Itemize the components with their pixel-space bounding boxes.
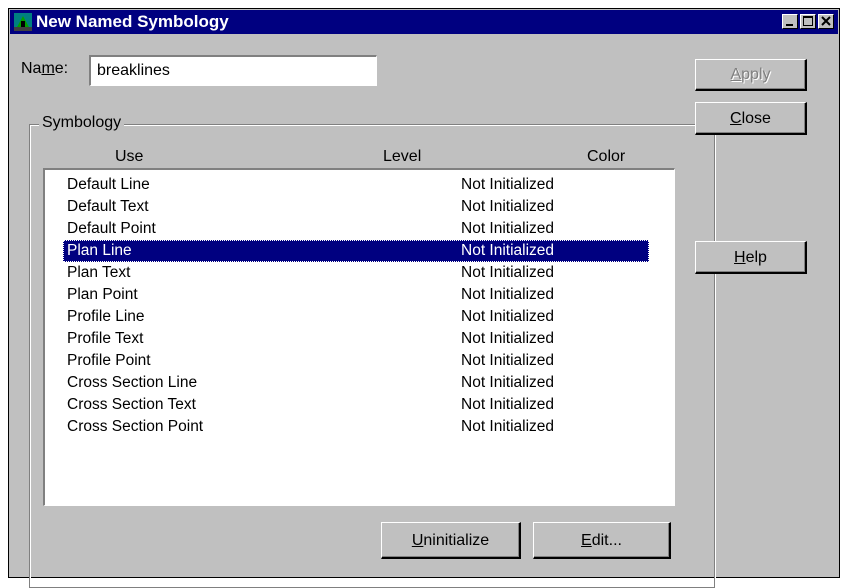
list-item-level: Not Initialized: [461, 374, 555, 391]
list-item[interactable]: Plan Line Not Initialized: [63, 240, 649, 262]
list-item-use: Plan Point: [67, 286, 138, 303]
list-item[interactable]: Profile Point Not Initialized: [63, 350, 649, 372]
list-item-level: Not Initialized: [461, 418, 555, 435]
list-item-use: Cross Section Text: [67, 396, 196, 413]
list-item-use: Cross Section Point: [67, 418, 204, 435]
list-item-level: Not Initialized: [461, 198, 555, 215]
list-item[interactable]: Cross Section Point Not Initialized: [63, 416, 649, 438]
edit-button[interactable]: Edit...: [533, 522, 671, 559]
name-label: Name:: [21, 60, 69, 77]
column-header-use: Use: [115, 148, 144, 165]
list-item-use: Profile Point: [67, 352, 151, 369]
name-input[interactable]: [89, 55, 377, 86]
close-button[interactable]: Close: [695, 102, 807, 135]
apply-button[interactable]: Apply: [695, 59, 807, 91]
list-item-level: Not Initialized: [461, 242, 555, 259]
list-item-use: Profile Line: [67, 308, 145, 325]
list-item-use: Default Line: [67, 176, 150, 193]
list-item-use: Default Point: [67, 220, 156, 237]
column-header-color: Color: [587, 148, 626, 165]
list-item[interactable]: Plan Text Not Initialized: [63, 262, 649, 284]
list-item-use: Cross Section Line: [67, 374, 198, 391]
list-item-use: Plan Line: [67, 242, 132, 259]
minimize-icon: [786, 24, 793, 26]
uninitialize-button[interactable]: Uninitialize: [381, 522, 521, 559]
window-title: New Named Symbology: [36, 12, 229, 31]
list-item-level: Not Initialized: [461, 396, 555, 413]
list-item-use: Default Text: [67, 198, 149, 215]
list-item-level: Not Initialized: [461, 286, 555, 303]
symbology-group-label: Symbology: [39, 114, 125, 132]
list-item[interactable]: Profile Line Not Initialized: [63, 306, 649, 328]
minimize-button[interactable]: [782, 14, 798, 29]
maximize-icon: [803, 16, 813, 26]
list-item[interactable]: Default Text Not Initialized: [63, 196, 649, 218]
close-icon: [821, 16, 831, 26]
maximize-button[interactable]: [800, 14, 816, 29]
list-item-level: Not Initialized: [461, 330, 555, 347]
list-item-level: Not Initialized: [461, 176, 555, 193]
list-item[interactable]: Default Line Not Initialized: [63, 174, 649, 196]
named-symbology-dialog: New Named Symbology Name: Symbology Use …: [8, 8, 840, 588]
list-item-use: Plan Text: [67, 264, 131, 281]
title-bar[interactable]: New Named Symbology: [10, 10, 838, 34]
list-item[interactable]: Cross Section Line Not Initialized: [63, 372, 649, 394]
list-item-level: Not Initialized: [461, 352, 555, 369]
list-item[interactable]: Default Point Not Initialized: [63, 218, 649, 240]
app-logo-icon: [14, 13, 32, 31]
list-item[interactable]: Plan Point Not Initialized: [63, 284, 649, 306]
list-item-level: Not Initialized: [461, 264, 555, 281]
close-window-button[interactable]: [818, 14, 834, 29]
column-header-level: Level: [383, 148, 422, 165]
list-item-level: Not Initialized: [461, 220, 555, 237]
help-button[interactable]: Help: [695, 241, 807, 274]
symbology-list[interactable]: Default Line Not Initialized Default Text N…: [43, 168, 675, 506]
list-item[interactable]: Profile Text Not Initialized: [63, 328, 649, 350]
list-item-level: Not Initialized: [461, 308, 555, 325]
list-item[interactable]: Cross Section Text Not Initialized: [63, 394, 649, 416]
list-item-use: Profile Text: [67, 330, 144, 347]
